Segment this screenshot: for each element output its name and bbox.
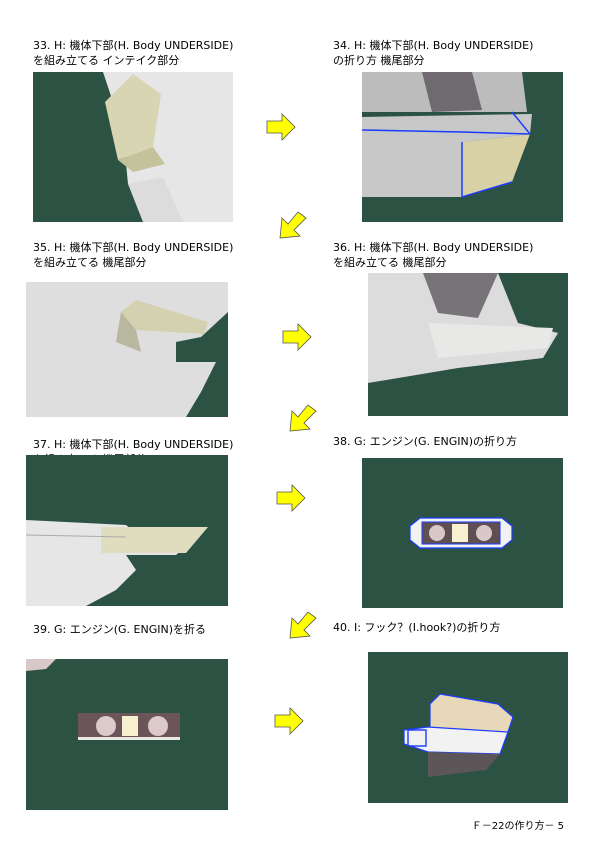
step-36-photo <box>368 273 568 416</box>
step-39-line1: 39. G: エンジン(G. ENGIN)を折る <box>33 623 206 636</box>
step-33-caption: 33. H: 機体下部(H. Body UNDERSIDE) を組み立てる イン… <box>33 38 233 68</box>
step-34-line1: 34. H: 機体下部(H. Body UNDERSIDE) <box>333 39 534 52</box>
step-38-line1: 38. G: エンジン(G. ENGIN)の折り方 <box>333 435 517 448</box>
step-36-caption: 36. H: 機体下部(H. Body UNDERSIDE) を組み立てる 機尾… <box>333 240 533 270</box>
step-39-caption: 39. G: エンジン(G. ENGIN)を折る <box>33 622 206 637</box>
step-36-line1: 36. H: 機体下部(H. Body UNDERSIDE) <box>333 241 534 254</box>
page-footer: Ｆ－22の作り方－ 5 <box>471 821 564 832</box>
step-35-line1: 35. H: 機体下部(H. Body UNDERSIDE) <box>33 241 234 254</box>
step-33-line2: を組み立てる インテイク部分 <box>33 54 180 67</box>
step-39-photo <box>26 659 228 810</box>
step-34-caption: 34. H: 機体下部(H. Body UNDERSIDE) の折り方 機尾部分 <box>333 38 533 68</box>
step-35-line2: を組み立てる 機尾部分 <box>33 256 147 269</box>
arrow-right-3 <box>276 483 306 513</box>
arrow-down-left-1 <box>276 210 308 242</box>
step-40-caption: 40. I: フック？(I.hook?)の折り方 <box>333 620 500 635</box>
step-35-caption: 35. H: 機体下部(H. Body UNDERSIDE) を組み立てる 機尾… <box>33 240 233 270</box>
step-33-photo <box>33 72 233 222</box>
step-38-caption: 38. G: エンジン(G. ENGIN)の折り方 <box>333 434 517 449</box>
arrow-right-1 <box>266 112 296 142</box>
step-40-line1: 40. I: フック？(I.hook?)の折り方 <box>333 621 501 634</box>
step-38-photo <box>362 458 563 608</box>
step-34-line2: の折り方 機尾部分 <box>333 54 425 67</box>
arrow-down-left-2 <box>286 403 318 435</box>
arrow-right-4 <box>274 706 304 736</box>
arrow-right-2 <box>282 322 312 352</box>
arrow-down-left-3 <box>286 610 318 642</box>
step-33-line1: 33. H: 機体下部(H. Body UNDERSIDE) <box>33 39 234 52</box>
step-37-line1: 37. H: 機体下部(H. Body UNDERSIDE) <box>33 438 234 451</box>
step-34-photo <box>362 72 563 222</box>
step-35-photo <box>26 282 228 417</box>
step-37-photo <box>26 455 228 606</box>
step-40-photo <box>368 652 568 803</box>
step-36-line2: を組み立てる 機尾部分 <box>333 256 447 269</box>
